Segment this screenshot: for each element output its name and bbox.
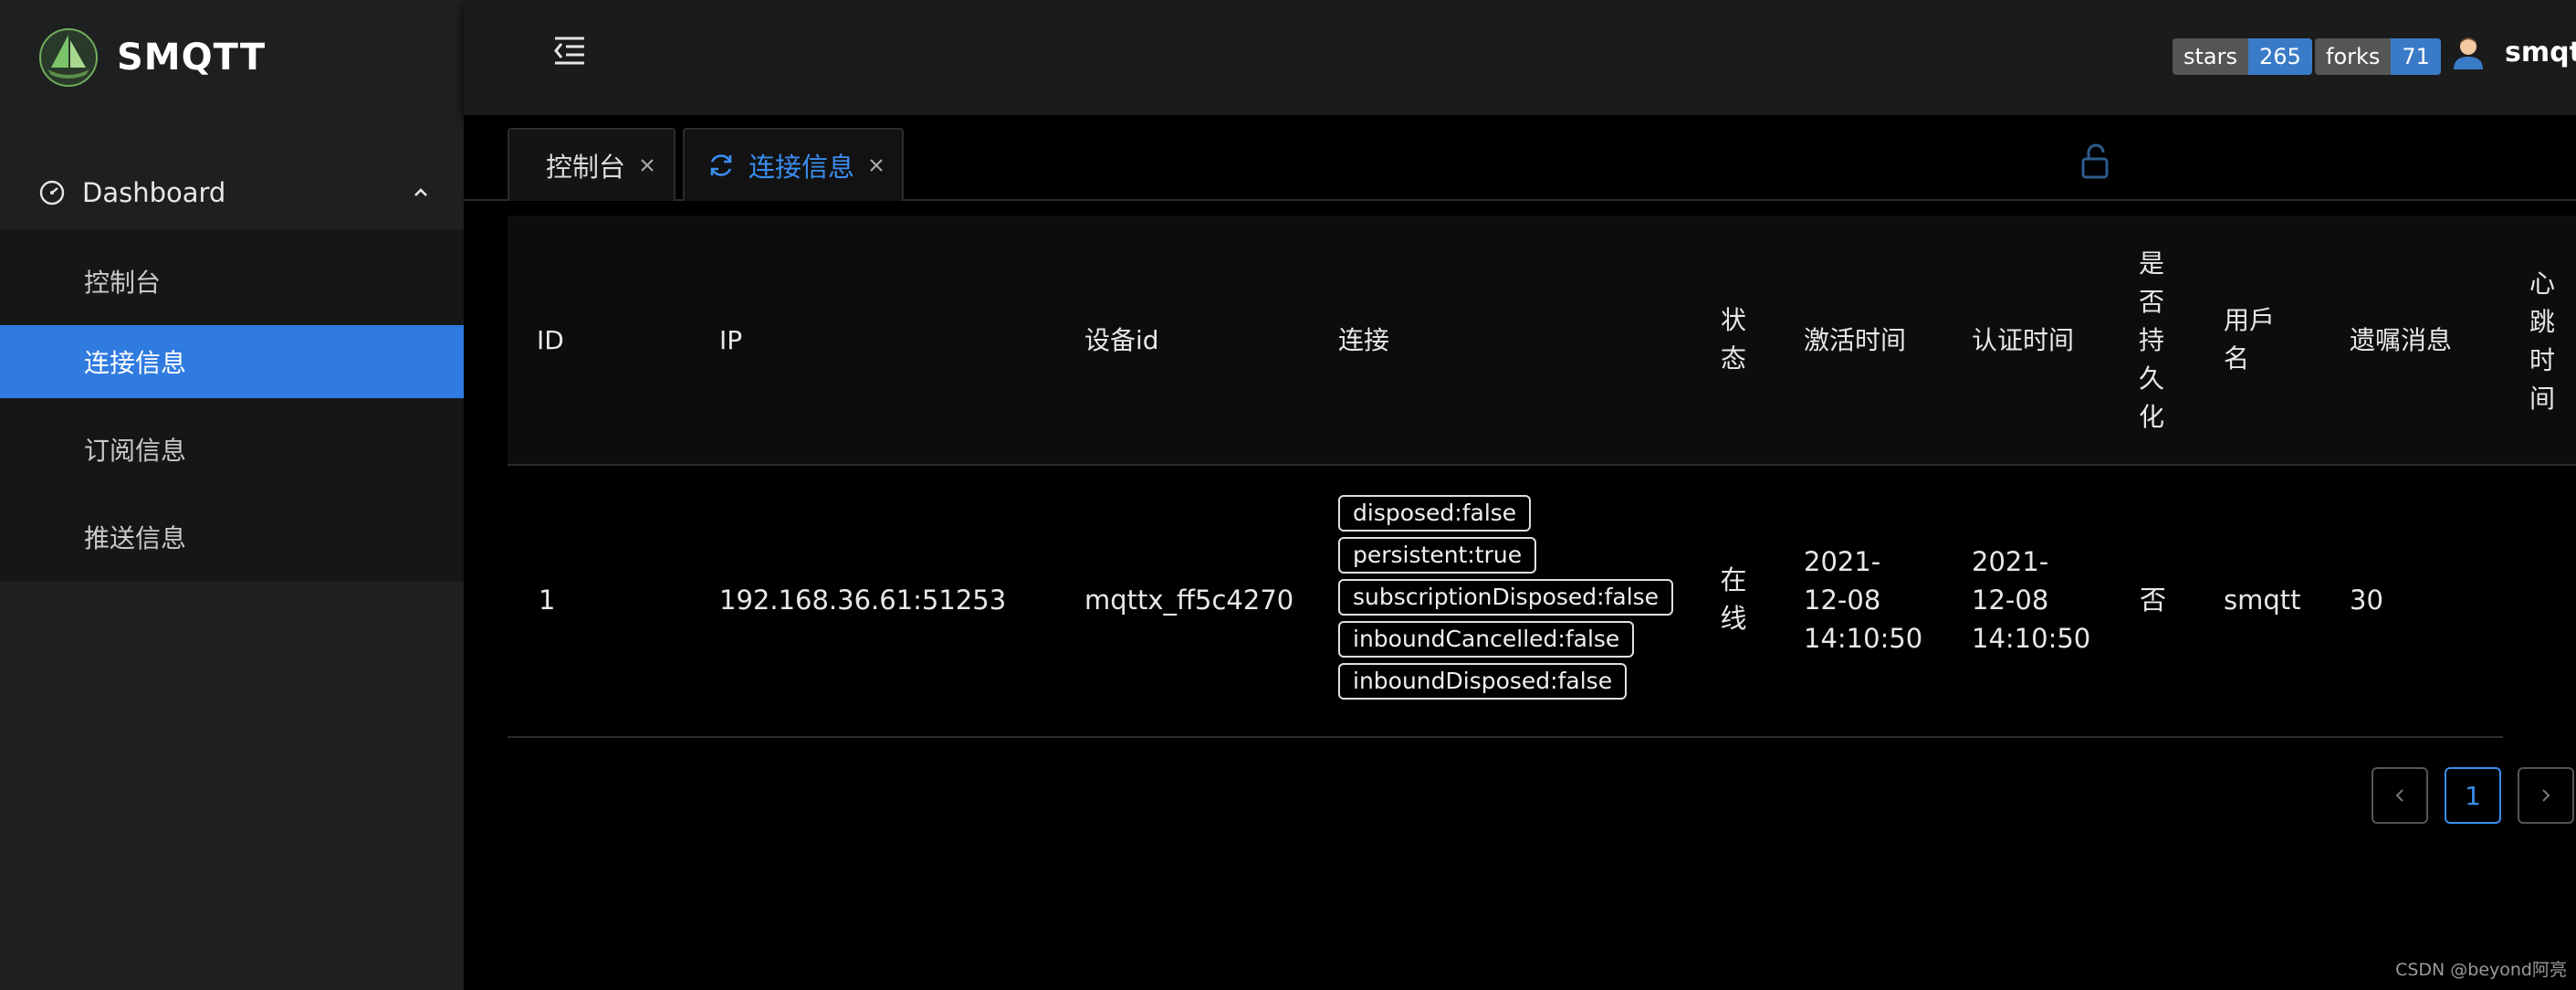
forks-badge[interactable]: forks 71 (2315, 38, 2441, 75)
cell-persistent: 否 (2140, 585, 2167, 616)
chevron-right-icon (2542, 789, 2550, 802)
connection-tag: persistent:true (1338, 537, 1537, 574)
sidebar-item-publish[interactable]: 推送信息 (0, 500, 464, 574)
sidebar-item-subscriptions[interactable]: 订阅信息 (0, 413, 464, 486)
stars-label: stars (2173, 38, 2248, 75)
pagination-next-button[interactable] (2518, 767, 2574, 824)
col-header-status: 状态 (1720, 305, 1746, 374)
sailboat-logo-icon (39, 28, 98, 87)
col-header-username: 用戶名 (2224, 305, 2276, 374)
tabs-bar: 控制台 连接信息 (464, 115, 2576, 201)
menu-group-dashboard[interactable]: Dashboard (0, 155, 464, 230)
tab-console[interactable]: 控制台 (508, 128, 675, 201)
col-header-persistent: 是否持久化 (2138, 248, 2164, 432)
col-header-id: ID (537, 325, 564, 355)
tab-label: 控制台 (546, 152, 626, 183)
sidebar: SMQTT Dashboard 控制台 连接信息 订阅信息 推送信息 (0, 0, 464, 990)
col-header-ip: IP (719, 325, 743, 355)
cell-activated-time: 14:10:50 (1804, 623, 1923, 654)
connection-tag: subscriptionDisposed:false (1338, 579, 1674, 616)
tab-connections[interactable]: 连接信息 (683, 128, 904, 201)
cell-device-id: mqttx_ff5c4270 (1084, 585, 1294, 616)
cell-auth-date: 2021- 12-08 (1972, 546, 2049, 616)
cell-will-message: 30 (2350, 585, 2383, 616)
menu-group-label: Dashboard (82, 177, 226, 208)
connections-table: ID IP 设备id 连接 状态 激活时间 认证时间 是否持久化 用戶名 遗嘱消… (508, 216, 2576, 738)
watermark: CSDN @beyond阿亮 (2395, 960, 2567, 980)
stars-badge[interactable]: stars 265 (2173, 38, 2312, 75)
table-header: ID IP 设备id 连接 状态 激活时间 认证时间 是否持久化 用戶名 遗嘱消… (508, 216, 2576, 466)
col-header-connection: 连接 (1338, 325, 1390, 355)
table-row: 1 192.168.36.61:51253 mqttx_ff5c4270 dis… (508, 468, 2503, 738)
sidebar-item-console[interactable]: 控制台 (0, 245, 464, 318)
cell-activated-date: 2021- 12-08 (1804, 546, 1881, 616)
refresh-icon (710, 154, 732, 176)
app-root: SMQTT Dashboard 控制台 连接信息 订阅信息 推送信息 stars… (0, 0, 2576, 990)
avatar[interactable] (2450, 35, 2487, 71)
col-header-auth: 认证时间 (1972, 325, 2075, 355)
pagination-prev-button[interactable] (2372, 767, 2428, 824)
cell-status: 在线 (1720, 564, 1747, 634)
connection-tag: disposed:false (1338, 495, 1532, 532)
cell-id: 1 (539, 585, 556, 616)
col-header-will-message: 遗嘱消息 (2350, 325, 2453, 355)
connection-tag: inboundDisposed:false (1338, 663, 1628, 700)
pagination-page-1[interactable]: 1 (2445, 767, 2501, 824)
close-icon[interactable] (867, 156, 885, 174)
cell-ip: 192.168.36.61:51253 (719, 585, 1007, 616)
unlock-icon[interactable] (2078, 142, 2114, 179)
username[interactable]: smqtt (2505, 37, 2576, 68)
logo[interactable]: SMQTT (0, 0, 464, 115)
chevron-left-icon (2395, 789, 2403, 802)
stars-count: 265 (2248, 38, 2312, 75)
cell-auth-time: 14:10:50 (1972, 623, 2091, 654)
top-header: stars 265 forks 71 smqtt (464, 0, 2576, 115)
col-header-device-id: 设备id (1084, 325, 1159, 355)
connection-tag: inboundCancelled:false (1338, 621, 1635, 658)
tab-label: 连接信息 (749, 152, 855, 183)
forks-count: 71 (2391, 38, 2441, 75)
dashboard-submenu: 控制台 连接信息 订阅信息 推送信息 (0, 230, 464, 581)
app-title: SMQTT (117, 37, 267, 79)
sidebar-item-connections[interactable]: 连接信息 (0, 325, 464, 398)
dashboard-gauge-icon (39, 180, 65, 205)
cell-username: smqtt (2224, 585, 2301, 616)
col-header-activated: 激活时间 (1804, 325, 1907, 355)
col-header-heartbeat: 心跳时间 (2529, 269, 2555, 414)
forks-label: forks (2315, 38, 2392, 75)
chevron-up-icon (414, 188, 427, 196)
collapse-menu-icon[interactable] (551, 35, 588, 68)
close-icon[interactable] (638, 156, 656, 174)
